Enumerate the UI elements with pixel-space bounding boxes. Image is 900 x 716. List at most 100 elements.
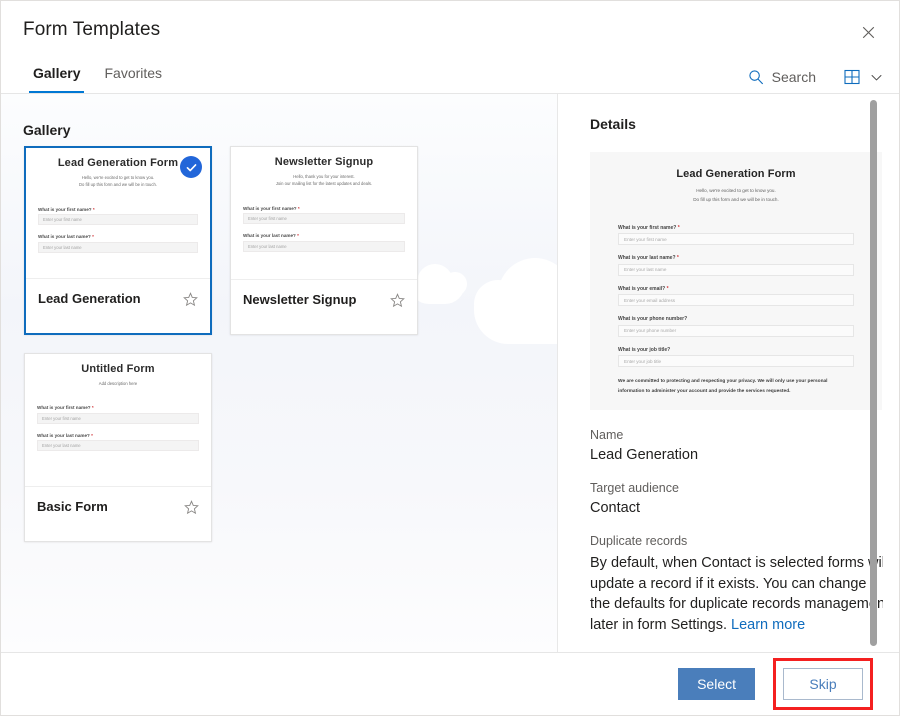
details-audience-value: Contact [590, 500, 883, 516]
preview-field-input: Enter your last name [38, 242, 198, 253]
star-outline-icon[interactable] [390, 293, 405, 308]
preview-fields: What is your first name? * Enter your fi… [38, 207, 198, 253]
preview-field-label-text: What is your last name? [38, 234, 91, 239]
details-scrollbar[interactable] [870, 100, 877, 646]
dialog-footer: Select Skip [1, 653, 899, 715]
preview-title: Untitled Form [37, 363, 199, 375]
details-field-input: Enter your first name [618, 233, 854, 245]
preview-field-label-text: What is your first name? [38, 207, 92, 212]
dialog-body: Gallery Lead Generation Form Hello, we'r… [1, 94, 899, 652]
details-name-value: Lead Generation [590, 447, 883, 463]
details-field-input: Enter your email address [618, 294, 854, 306]
preview-field-input: Enter your last name [243, 241, 405, 252]
star-outline-icon[interactable] [184, 500, 199, 515]
preview-field-input: Enter your first name [38, 214, 198, 225]
details-field-label: What is your email? * [618, 286, 854, 292]
required-asterisk: * [91, 433, 93, 438]
template-card-footer: Lead Generation [26, 279, 210, 333]
template-card-basic-form[interactable]: Untitled Form Add description here What … [24, 353, 212, 542]
template-card-lead-generation[interactable]: Lead Generation Form Hello, we're excite… [24, 146, 212, 335]
preview-subtitle-line1: Add description here [45, 380, 191, 387]
cloud-decoration-large [474, 306, 558, 344]
details-name-label: Name [590, 428, 883, 442]
skip-button[interactable]: Skip [783, 668, 863, 700]
select-button[interactable]: Select [678, 668, 755, 700]
details-field-label-text: What is your email? [618, 286, 665, 292]
page-title: Form Templates [23, 19, 160, 41]
details-content: Details Lead Generation Form Hello, we'r… [558, 94, 883, 652]
required-asterisk: * [667, 286, 669, 292]
details-field-input: Enter your phone number [618, 325, 854, 337]
view-toggle-button[interactable] [844, 69, 883, 85]
preview-subtitle-line2: Join our mailing list for the latest upd… [251, 180, 397, 187]
details-heading: Details [590, 116, 883, 132]
preview-title: Newsletter Signup [243, 156, 405, 168]
preview-field-label: What is your last name? * [38, 234, 198, 239]
preview-field-label-text: What is your last name? [243, 233, 296, 238]
details-field-input: Enter your job title [618, 355, 854, 367]
preview-field-label: What is your first name? * [243, 206, 405, 211]
template-card-footer: Newsletter Signup [231, 280, 417, 334]
details-preview-title: Lead Generation Form [590, 168, 882, 180]
details-field-label: What is your first name? * [618, 225, 854, 231]
preview-fields: What is your first name? * Enter your fi… [243, 206, 405, 252]
details-field-label: What is your job title? [618, 347, 854, 353]
star-outline-icon[interactable] [183, 292, 198, 307]
learn-more-link[interactable]: Learn more [731, 617, 805, 633]
template-preview: Untitled Form Add description here What … [25, 354, 211, 487]
gallery-heading: Gallery [23, 122, 70, 138]
preview-title: Lead Generation Form [38, 157, 198, 169]
details-duplicate-records-text: By default, when Contact is selected for… [590, 553, 883, 635]
preview-field-label: What is your first name? * [37, 405, 199, 410]
details-preview-subtitle-line1: Hello, we're excited to get to know you. [620, 187, 852, 196]
search-placeholder: Search [772, 69, 816, 85]
preview-subtitle-line1: Hello, we're excited to get to know you. [46, 174, 190, 181]
preview-field-label: What is your last name? * [243, 233, 405, 238]
details-pane: Details Lead Generation Form Hello, we'r… [558, 94, 899, 652]
tab-list: Gallery Favorites [23, 59, 172, 93]
template-card-name: Newsletter Signup [243, 292, 356, 307]
close-icon [862, 26, 875, 39]
close-button[interactable] [851, 15, 885, 49]
details-field-input: Enter your last name [618, 264, 854, 276]
preview-field-label-text: What is your last name? [37, 433, 90, 438]
skip-button-highlight: Skip [773, 658, 873, 710]
preview-field-input: Enter your first name [243, 213, 405, 224]
preview-field-label: What is your first name? * [38, 207, 198, 212]
check-circle-icon [185, 161, 198, 174]
template-preview: Lead Generation Form Hello, we're excite… [26, 148, 210, 279]
details-duplicate-records-label: Duplicate records [590, 534, 883, 548]
template-card-newsletter-signup[interactable]: Newsletter Signup Hello, thank you for y… [230, 146, 418, 335]
template-card-name: Lead Generation [38, 291, 141, 306]
details-audience-label: Target audience [590, 481, 883, 495]
dialog-header: Form Templates Gallery Favorites Search [1, 1, 899, 93]
preview-fields: What is your first name? * Enter your fi… [37, 405, 199, 451]
required-asterisk: * [677, 255, 679, 261]
details-scrollbar-thumb[interactable] [870, 100, 877, 646]
template-card-footer: Basic Form [25, 487, 211, 541]
details-field-label-text: What is your first name? [618, 225, 676, 231]
template-preview: Newsletter Signup Hello, thank you for y… [231, 147, 417, 280]
required-asterisk: * [93, 207, 95, 212]
details-preview-fields: What is your first name? * Enter your fi… [618, 225, 854, 368]
required-asterisk: * [298, 206, 300, 211]
gallery-pane: Gallery Lead Generation Form Hello, we'r… [1, 94, 558, 652]
chevron-down-icon [870, 71, 883, 84]
details-field-label-text: What is your last name? [618, 255, 676, 261]
preview-subtitle-line1: Hello, thank you for your interest. [251, 173, 397, 180]
search-icon [748, 69, 764, 85]
preview-field-label-text: What is your first name? [37, 405, 91, 410]
selected-badge [180, 156, 202, 178]
required-asterisk: * [297, 233, 299, 238]
tab-favorites[interactable]: Favorites [94, 59, 172, 93]
details-template-preview: Lead Generation Form Hello, we're excite… [590, 152, 882, 410]
preview-field-label-text: What is your first name? [243, 206, 297, 211]
preview-field-input: Enter your first name [37, 413, 199, 424]
tab-favorites-label: Favorites [104, 65, 162, 81]
tab-gallery[interactable]: Gallery [23, 59, 90, 93]
tab-gallery-label: Gallery [33, 65, 80, 81]
template-card-name: Basic Form [37, 499, 108, 514]
search-input[interactable]: Search [748, 69, 816, 85]
grid-view-icon [844, 69, 860, 85]
required-asterisk: * [92, 234, 94, 239]
